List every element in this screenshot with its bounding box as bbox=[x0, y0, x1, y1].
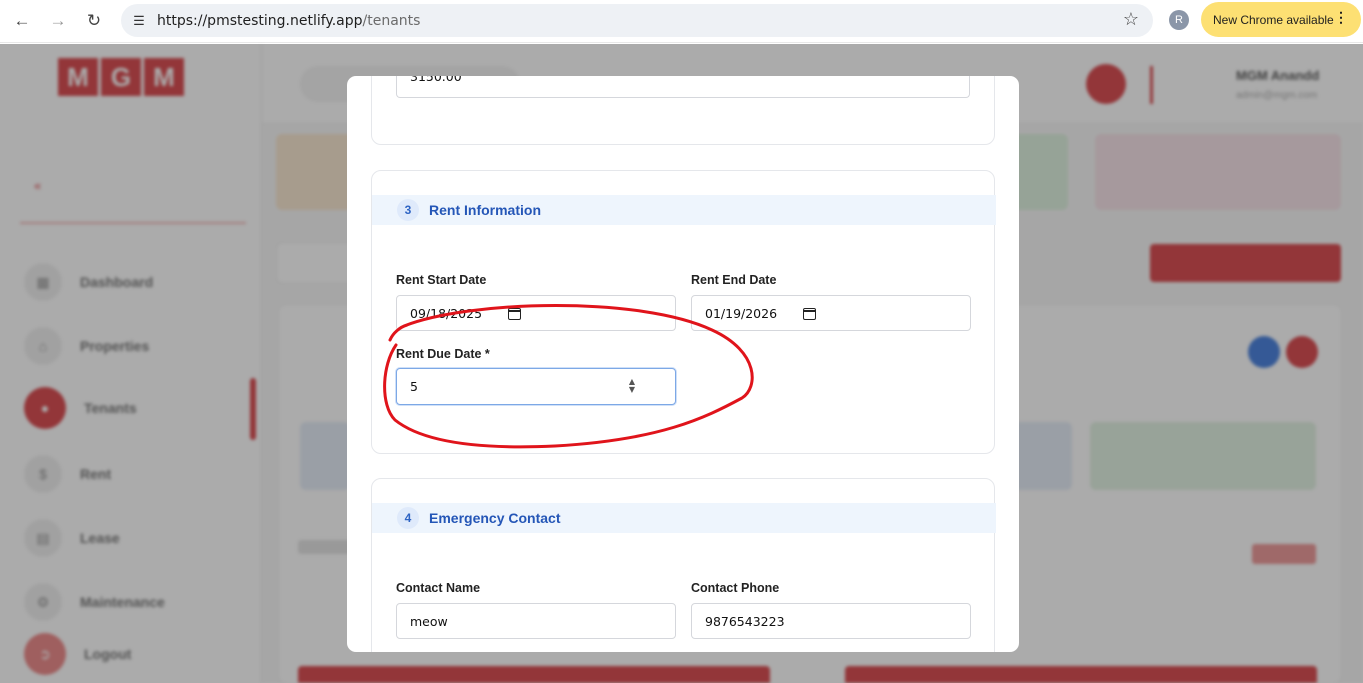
bookmark-star-icon[interactable]: ☆ bbox=[1123, 9, 1139, 30]
rent-due-label: Rent Due Date * bbox=[396, 347, 490, 361]
url-text[interactable]: https://pmstesting.netlify.app/tenants bbox=[157, 13, 420, 29]
contact-phone-label: Contact Phone bbox=[691, 581, 780, 595]
contact-name-input[interactable]: meow bbox=[396, 603, 676, 639]
step-number-badge: 3 bbox=[397, 199, 419, 221]
more-vert-icon[interactable]: ⋮ bbox=[1334, 10, 1348, 24]
chrome-update-button[interactable]: New Chrome available ⋮ bbox=[1201, 2, 1361, 37]
rent-start-label: Rent Start Date bbox=[396, 273, 487, 287]
section-header: 3 Rent Information bbox=[372, 195, 996, 225]
back-arrow-icon[interactable]: ← bbox=[9, 8, 35, 34]
section-title: Emergency Contact bbox=[429, 510, 561, 526]
rent-start-date-input[interactable]: 09/18/2025 bbox=[396, 295, 676, 331]
rent-end-label: Rent End Date bbox=[691, 273, 777, 287]
section-rent-information: 3 Rent Information Rent Start Date 09/18… bbox=[371, 170, 996, 454]
contact-name-value: meow bbox=[410, 613, 448, 629]
forward-arrow-icon[interactable]: → bbox=[45, 8, 71, 34]
rent-due-date-input[interactable]: 5 ▲ ▼ bbox=[396, 368, 676, 405]
contact-phone-value: 9876543223 bbox=[705, 613, 785, 629]
rent-due-value: 5 bbox=[410, 379, 418, 394]
address-bar[interactable]: ☰ https://pmstesting.netlify.app/tenants… bbox=[121, 4, 1153, 37]
browser-toolbar: ← → ↻ ☰ https://pmstesting.netlify.app/t… bbox=[0, 0, 1363, 43]
profile-avatar[interactable]: R bbox=[1169, 10, 1189, 30]
amount-value: 3150.00 bbox=[410, 76, 462, 84]
site-settings-icon[interactable]: ☰ bbox=[127, 9, 151, 33]
section-previous: 3150.00 bbox=[371, 76, 995, 145]
calendar-icon[interactable] bbox=[803, 308, 816, 320]
amount-field[interactable]: 3150.00 bbox=[396, 76, 970, 98]
calendar-icon[interactable] bbox=[508, 308, 521, 320]
section-emergency-contact: 4 Emergency Contact Contact Name meow Co… bbox=[371, 478, 996, 652]
chrome-update-label: New Chrome available bbox=[1213, 12, 1334, 27]
spinner-icon[interactable]: ▲ ▼ bbox=[629, 378, 635, 394]
url-host: https://pmstesting.netlify.app bbox=[157, 13, 363, 29]
rent-start-value: 09/18/2025 bbox=[410, 305, 483, 321]
reload-icon[interactable]: ↻ bbox=[81, 8, 107, 34]
rent-end-value: 01/19/2026 bbox=[705, 305, 778, 321]
step-number-badge: 4 bbox=[397, 507, 419, 529]
url-path: /tenants bbox=[362, 13, 421, 29]
tenant-form-modal: 3150.00 3 Rent Information Rent Start Da… bbox=[347, 76, 1019, 652]
rent-end-date-input[interactable]: 01/19/2026 bbox=[691, 295, 971, 331]
contact-phone-input[interactable]: 9876543223 bbox=[691, 603, 971, 639]
section-header: 4 Emergency Contact bbox=[372, 503, 996, 533]
section-title: Rent Information bbox=[429, 202, 541, 218]
contact-name-label: Contact Name bbox=[396, 581, 481, 595]
